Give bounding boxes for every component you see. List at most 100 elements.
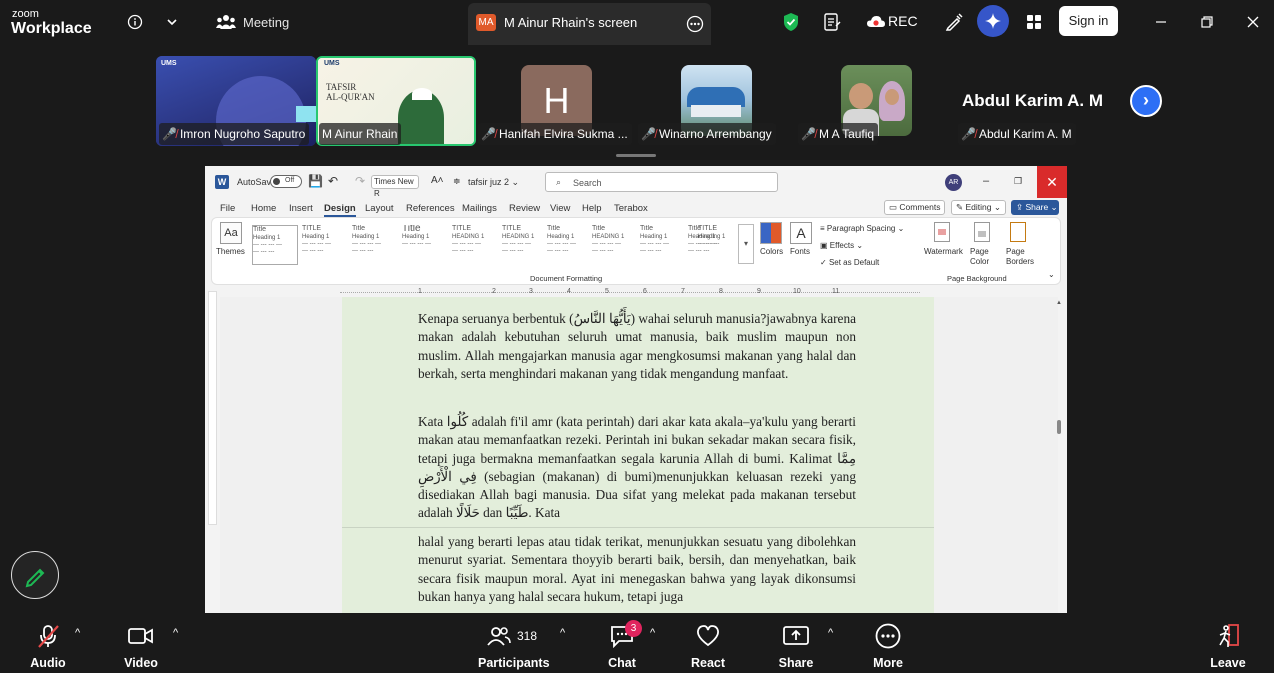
word-close-icon[interactable]: ✕ (1037, 166, 1067, 198)
shield-icon[interactable] (779, 10, 803, 34)
style-card[interactable]: Title HEADING 1 --- --- --- --- --- --- --- (592, 225, 638, 265)
more-button[interactable]: More (870, 623, 906, 670)
audio-options-caret[interactable]: ^ (75, 627, 80, 639)
chevron-down-icon[interactable] (160, 10, 184, 34)
annotate-floating-button[interactable] (11, 551, 59, 599)
apps-icon[interactable] (1022, 10, 1046, 34)
effects-button[interactable]: ▣ Effects ⌄ (820, 241, 863, 250)
vertical-ruler[interactable] (208, 291, 217, 525)
themes-label[interactable]: Themes (216, 247, 245, 256)
customize-toolbar-icon[interactable]: ≑ (453, 176, 461, 187)
menu-insert[interactable]: Insert (289, 203, 313, 214)
style-card[interactable]: Title Heading 1 --- --- --- --- --- --- --- (252, 225, 298, 265)
meeting-tab-label[interactable]: Meeting (243, 15, 289, 30)
video-button[interactable]: Video (120, 623, 162, 670)
colors-label[interactable]: Colors (760, 247, 783, 256)
paragraph-1[interactable]: Kenapa seruanya berbentuk (يَأَيُّهَا ال… (418, 310, 856, 383)
menu-home[interactable]: Home (251, 203, 276, 214)
restore-icon[interactable] (1195, 10, 1219, 34)
next-page-button[interactable]: › (1130, 85, 1162, 117)
video-options-caret[interactable]: ^ (173, 627, 178, 639)
style-card[interactable]: TITLE HEADING 1 --- --- --- --- --- --- --- (502, 225, 548, 265)
scroll-up-icon[interactable]: ▲ (1056, 300, 1062, 306)
font-size-icon[interactable]: A˄ (431, 175, 444, 186)
document-page[interactable]: Kenapa seruanya berbentuk (يَأَيُّهَا ال… (342, 297, 934, 613)
recording-label[interactable]: REC (888, 13, 918, 29)
document-scrollbar[interactable]: ▲ (1054, 296, 1064, 612)
bottom-toolbar: Audio ^ Video ^ 318 Participants ^ Chat … (0, 613, 1274, 673)
page-borders-label[interactable]: Page Borders (1006, 247, 1036, 267)
leave-button[interactable]: Leave (1210, 623, 1246, 670)
ai-companion-icon[interactable] (977, 5, 1009, 37)
menu-review[interactable]: Review (509, 203, 540, 214)
close-icon[interactable] (1241, 10, 1265, 34)
undo-icon[interactable]: ↶ (328, 174, 338, 188)
page-borders-icon[interactable] (1010, 222, 1026, 242)
menu-view[interactable]: View (550, 203, 570, 214)
slide-title: TAFSIR AL-QUR'AN (326, 82, 375, 102)
menu-layout[interactable]: Layout (365, 203, 394, 214)
fonts-label[interactable]: Fonts (790, 247, 810, 256)
font-name-box[interactable]: Times New R (371, 175, 419, 198)
style-card[interactable]: TITLE HEADING 1 --- --- --- --- --- --- --- (452, 225, 498, 265)
participants-options-caret[interactable]: ^ (560, 627, 565, 639)
shared-screen-tab[interactable]: MA M Ainur Rhain's screen (468, 3, 711, 45)
document-canvas[interactable]: Kenapa seruanya berbentuk (يَأَيُّهَا ال… (220, 297, 1058, 613)
participants-button[interactable]: 318 Participants (478, 623, 550, 670)
colors-icon[interactable] (760, 222, 782, 244)
paragraph-2[interactable]: Kata كُلُوا adalah fi'il amr (kata perin… (418, 413, 856, 523)
menu-mailings[interactable]: Mailings (462, 203, 497, 214)
word-restore-icon[interactable]: ❐ (1014, 176, 1022, 187)
page-color-icon[interactable] (974, 222, 990, 242)
styles-gallery-more[interactable]: ▾ (738, 224, 754, 264)
style-card[interactable]: Title Heading 1 --- --- --- --- --- --- --- (640, 225, 686, 265)
paragraph-spacing-button[interactable]: ≡ Paragraph Spacing ⌄ (820, 224, 904, 233)
watermark-label[interactable]: Watermark (924, 247, 963, 256)
editing-button[interactable]: ✎ Editing ⌄ (951, 200, 1006, 215)
comments-button[interactable]: ▭ Comments (884, 200, 945, 215)
redo-icon[interactable]: ↷ (355, 174, 365, 188)
watermark-icon[interactable] (934, 222, 950, 242)
sign-in-button[interactable]: Sign in (1059, 6, 1118, 36)
participant-display-abdul[interactable]: Abdul Karim A. M (962, 91, 1103, 111)
scroll-thumb[interactable] (1057, 420, 1061, 434)
audio-button[interactable]: Audio (28, 623, 68, 670)
chat-options-caret[interactable]: ^ (650, 627, 655, 639)
menu-terabox[interactable]: Terabox (614, 203, 648, 214)
search-box[interactable]: ⌕ Search (545, 172, 778, 192)
fonts-icon[interactable]: A (790, 222, 812, 244)
info-icon[interactable] (123, 10, 147, 34)
share-doc-button[interactable]: ⇪ Share ⌄ (1011, 200, 1059, 215)
share-screen-button[interactable]: Share (778, 623, 814, 670)
paragraph-3[interactable]: halal yang berarti lepas atau tidak teri… (418, 533, 856, 606)
word-minimize-icon[interactable]: – (983, 175, 989, 187)
menu-design[interactable]: Design (324, 203, 356, 217)
page-color-label[interactable]: Page Color (970, 247, 1000, 267)
ribbon-collapse-icon[interactable]: ⌄ (1048, 270, 1055, 279)
style-card[interactable]: Title Heading 1 --- --- --- --- --- --- --- (352, 225, 398, 265)
style-card[interactable]: Title Heading 1 --- --- --- --- --- --- --- (547, 225, 593, 265)
style-card-title: TITLE (452, 225, 472, 232)
menu-file[interactable]: File (220, 203, 235, 214)
annotate-icon[interactable] (942, 10, 966, 34)
style-card[interactable]: TITLE Heading 1 --- --- --- --- --- --- --- (302, 225, 348, 265)
share-options-caret[interactable]: ^ (828, 627, 833, 639)
document-title[interactable]: tafsir juz 2 ⌄ (468, 177, 519, 188)
style-card[interactable]: Title Heading 1 --- --- --- --- (402, 225, 448, 265)
muted-mic-icon: 🎤̸ (162, 127, 177, 141)
notes-icon[interactable] (820, 10, 844, 34)
ruler-number: 8 (719, 288, 723, 295)
autosave-toggle[interactable]: Off (270, 175, 302, 188)
react-button[interactable]: React (690, 623, 726, 670)
meeting-icon (214, 10, 238, 34)
user-avatar[interactable]: AR (945, 174, 962, 191)
set-default-button[interactable]: ✓ Set as Default (820, 258, 879, 267)
themes-icon[interactable]: Aa (220, 222, 242, 244)
more-options-icon[interactable] (686, 15, 704, 38)
minimize-icon[interactable] (1149, 10, 1173, 34)
strip-resize-handle[interactable] (616, 154, 656, 157)
menu-references[interactable]: References (406, 203, 455, 214)
menu-help[interactable]: Help (582, 203, 602, 214)
save-icon[interactable]: 💾 (308, 174, 323, 188)
style-card[interactable]: TITLE Heading 1 --- --- --- (698, 225, 742, 265)
